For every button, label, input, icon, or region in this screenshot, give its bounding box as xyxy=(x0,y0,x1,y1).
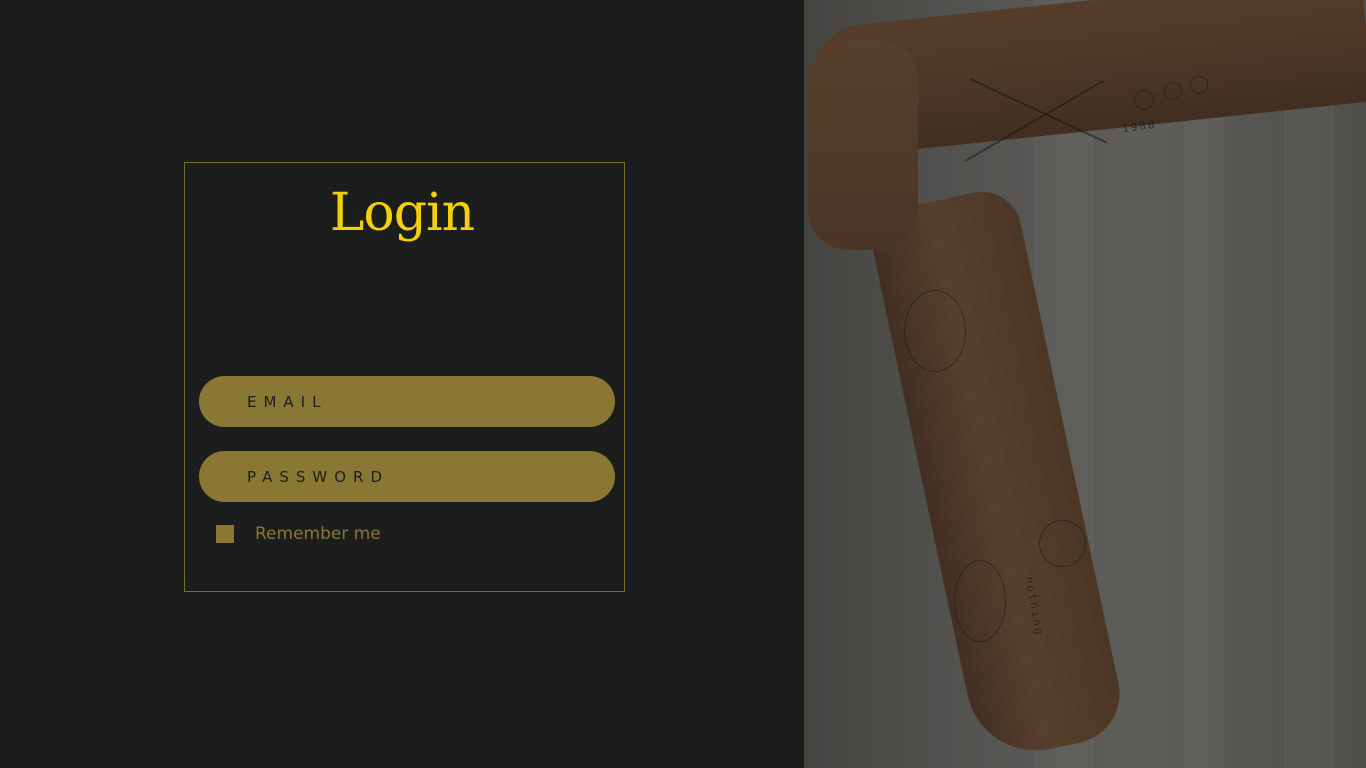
image-dim-overlay xyxy=(804,0,1366,768)
login-page: Login Remember me 1988 nothing xyxy=(0,0,1366,768)
checkbox-square-icon[interactable] xyxy=(216,525,234,543)
login-title: Login xyxy=(329,183,475,243)
login-panel: Login Remember me xyxy=(0,0,804,768)
password-field[interactable] xyxy=(199,451,615,502)
email-field[interactable] xyxy=(199,376,615,427)
hero-image-tattooed-arms: 1988 nothing xyxy=(804,0,1366,768)
remember-me-label: Remember me xyxy=(255,524,381,544)
remember-me-checkbox[interactable]: Remember me xyxy=(216,521,381,547)
